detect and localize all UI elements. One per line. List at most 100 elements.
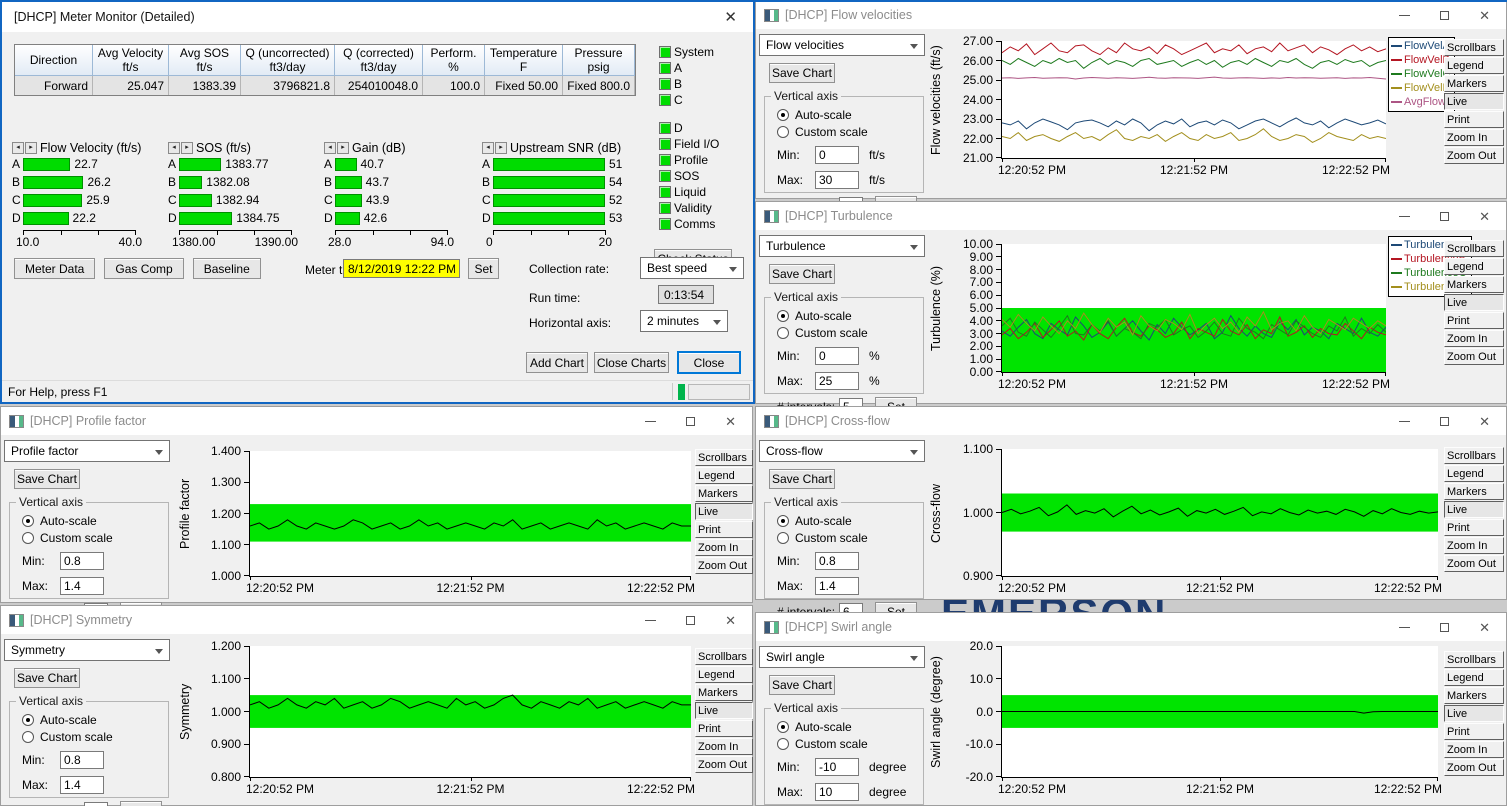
chart-tool-button[interactable]: Live bbox=[1444, 705, 1504, 722]
chart-tool-button[interactable]: Print bbox=[695, 521, 753, 538]
close-icon[interactable]: ✕ bbox=[725, 614, 736, 627]
chart-tool-button[interactable]: Legend bbox=[1444, 258, 1504, 275]
chart-tool-button[interactable]: Zoom In bbox=[1444, 129, 1504, 146]
max-input[interactable] bbox=[815, 783, 859, 801]
titlebar[interactable]: [DHCP] Meter Monitor (Detailed) ✕ bbox=[2, 2, 753, 32]
chart-type-select[interactable]: Symmetry bbox=[4, 639, 170, 661]
chart-tool-button[interactable]: Zoom Out bbox=[1444, 759, 1504, 776]
chart-tool-button[interactable]: Markers bbox=[695, 684, 753, 701]
save-chart-button[interactable]: Save Chart bbox=[769, 675, 835, 695]
next-metric-arrow-button[interactable]: ▸ bbox=[337, 142, 349, 154]
auto-scale-radio[interactable]: Auto-scale bbox=[22, 713, 162, 727]
minimize-icon[interactable] bbox=[1399, 627, 1410, 628]
prev-metric-arrow-button[interactable]: ◂ bbox=[12, 142, 24, 154]
chart-tool-button[interactable]: Print bbox=[1444, 312, 1504, 329]
custom-scale-radio[interactable]: Custom scale bbox=[777, 326, 917, 340]
next-metric-arrow-button[interactable]: ▸ bbox=[495, 142, 507, 154]
chart-tool-button[interactable]: Legend bbox=[1444, 57, 1504, 74]
custom-scale-radio[interactable]: Custom scale bbox=[777, 531, 917, 545]
prev-metric-arrow-button[interactable]: ◂ bbox=[324, 142, 336, 154]
meter-time-set-button[interactable]: Set bbox=[468, 258, 499, 279]
chart-tool-button[interactable]: Markers bbox=[1444, 687, 1504, 704]
min-input[interactable] bbox=[815, 552, 859, 570]
meter-action-button[interactable]: Gas Comp bbox=[104, 258, 183, 279]
chart-tool-button[interactable]: Legend bbox=[695, 467, 753, 484]
save-chart-button[interactable]: Save Chart bbox=[769, 264, 835, 284]
chart-tool-button[interactable]: Scrollbars bbox=[1444, 240, 1504, 257]
chart-plot-area[interactable]: 27.0026.0025.0024.0023.0022.0021.0012:20… bbox=[1001, 41, 1386, 159]
chart-tool-button[interactable]: Markers bbox=[1444, 483, 1504, 500]
auto-scale-radio[interactable]: Auto-scale bbox=[777, 309, 917, 323]
meter-time-input[interactable] bbox=[343, 259, 460, 278]
intervals-input[interactable] bbox=[84, 802, 108, 806]
min-input[interactable] bbox=[815, 758, 859, 776]
horizontal-axis-select[interactable]: 2 minutes bbox=[640, 310, 728, 332]
max-input[interactable] bbox=[815, 577, 859, 595]
chart-tool-button[interactable]: Live bbox=[1444, 93, 1504, 110]
maximize-icon[interactable] bbox=[1440, 212, 1449, 221]
chart-tool-button[interactable]: Print bbox=[1444, 519, 1504, 536]
minimize-icon[interactable] bbox=[1399, 15, 1410, 16]
collection-rate-select[interactable]: Best speed bbox=[640, 257, 744, 279]
close-icon[interactable]: ✕ bbox=[725, 415, 736, 428]
chart-plot-area[interactable]: 10.009.008.007.006.005.004.003.002.001.0… bbox=[1001, 244, 1386, 373]
chart-tool-button[interactable]: Markers bbox=[1444, 75, 1504, 92]
chart-tool-button[interactable]: Zoom Out bbox=[1444, 147, 1504, 164]
next-metric-arrow-button[interactable]: ▸ bbox=[25, 142, 37, 154]
chart-tool-button[interactable]: Zoom In bbox=[1444, 537, 1504, 554]
prev-metric-arrow-button[interactable]: ◂ bbox=[482, 142, 494, 154]
chart-tool-button[interactable]: Scrollbars bbox=[695, 648, 753, 665]
close-button[interactable]: Close bbox=[677, 351, 741, 374]
chart-tool-button[interactable]: Live bbox=[1444, 501, 1504, 518]
min-input[interactable] bbox=[60, 552, 104, 570]
chart-tool-button[interactable]: Legend bbox=[1444, 669, 1504, 686]
custom-scale-radio[interactable]: Custom scale bbox=[777, 125, 917, 139]
next-metric-arrow-button[interactable]: ▸ bbox=[181, 142, 193, 154]
chart-tool-button[interactable]: Scrollbars bbox=[1444, 651, 1504, 668]
chart-tool-button[interactable]: Scrollbars bbox=[1444, 447, 1504, 464]
maximize-icon[interactable] bbox=[1440, 11, 1449, 20]
chart-type-select[interactable]: Cross-flow bbox=[759, 440, 925, 462]
save-chart-button[interactable]: Save Chart bbox=[769, 469, 835, 489]
meter-action-button[interactable]: Meter Data bbox=[14, 258, 95, 279]
titlebar[interactable]: [DHCP] Symmetry ✕ bbox=[1, 606, 752, 634]
chart-tool-button[interactable]: Live bbox=[695, 503, 753, 520]
titlebar[interactable]: [DHCP] Flow velocities ✕ bbox=[756, 1, 1506, 29]
close-icon[interactable]: ✕ bbox=[1479, 9, 1490, 22]
max-input[interactable] bbox=[815, 372, 859, 390]
auto-scale-radio[interactable]: Auto-scale bbox=[777, 108, 917, 122]
chart-type-select[interactable]: Swirl angle bbox=[759, 646, 925, 668]
max-input[interactable] bbox=[60, 776, 104, 794]
chart-tool-button[interactable]: Print bbox=[695, 720, 753, 737]
chart-type-select[interactable]: Profile factor bbox=[4, 440, 170, 462]
chart-plot-area[interactable]: 20.010.00.0-10.0-20.012:20:52 PM12:21:52… bbox=[1001, 646, 1438, 778]
chart-tool-button[interactable]: Zoom Out bbox=[695, 557, 753, 574]
chart-plot-area[interactable]: 1.1001.0000.90012:20:52 PM12:21:52 PM12:… bbox=[1001, 449, 1438, 577]
titlebar[interactable]: [DHCP] Turbulence ✕ bbox=[756, 202, 1506, 230]
max-input[interactable] bbox=[60, 577, 104, 595]
chart-tool-button[interactable]: Scrollbars bbox=[1444, 39, 1504, 56]
save-chart-button[interactable]: Save Chart bbox=[14, 668, 80, 688]
chart-tool-button[interactable]: Zoom Out bbox=[1444, 555, 1504, 572]
chart-type-select[interactable]: Flow velocities bbox=[759, 34, 925, 56]
chart-tool-button[interactable]: Zoom In bbox=[1444, 330, 1504, 347]
chart-tool-button[interactable]: Zoom In bbox=[695, 738, 753, 755]
maximize-icon[interactable] bbox=[686, 417, 695, 426]
minimize-icon[interactable] bbox=[1399, 421, 1410, 422]
save-chart-button[interactable]: Save Chart bbox=[14, 469, 80, 489]
close-icon[interactable]: ✕ bbox=[1479, 621, 1490, 634]
chart-tool-button[interactable]: Live bbox=[695, 702, 753, 719]
chart-tool-button[interactable]: Print bbox=[1444, 723, 1504, 740]
max-input[interactable] bbox=[815, 171, 859, 189]
min-input[interactable] bbox=[815, 146, 859, 164]
close-charts-button[interactable]: Close Charts bbox=[594, 352, 669, 373]
custom-scale-radio[interactable]: Custom scale bbox=[22, 531, 162, 545]
chart-tool-button[interactable]: Zoom In bbox=[695, 539, 753, 556]
chart-tool-button[interactable]: Live bbox=[1444, 294, 1504, 311]
chart-tool-button[interactable]: Legend bbox=[695, 666, 753, 683]
prev-metric-arrow-button[interactable]: ◂ bbox=[168, 142, 180, 154]
min-input[interactable] bbox=[60, 751, 104, 769]
titlebar[interactable]: [DHCP] Cross-flow ✕ bbox=[756, 407, 1506, 435]
minimize-icon[interactable] bbox=[1399, 216, 1410, 217]
titlebar[interactable]: [DHCP] Swirl angle ✕ bbox=[756, 613, 1506, 641]
